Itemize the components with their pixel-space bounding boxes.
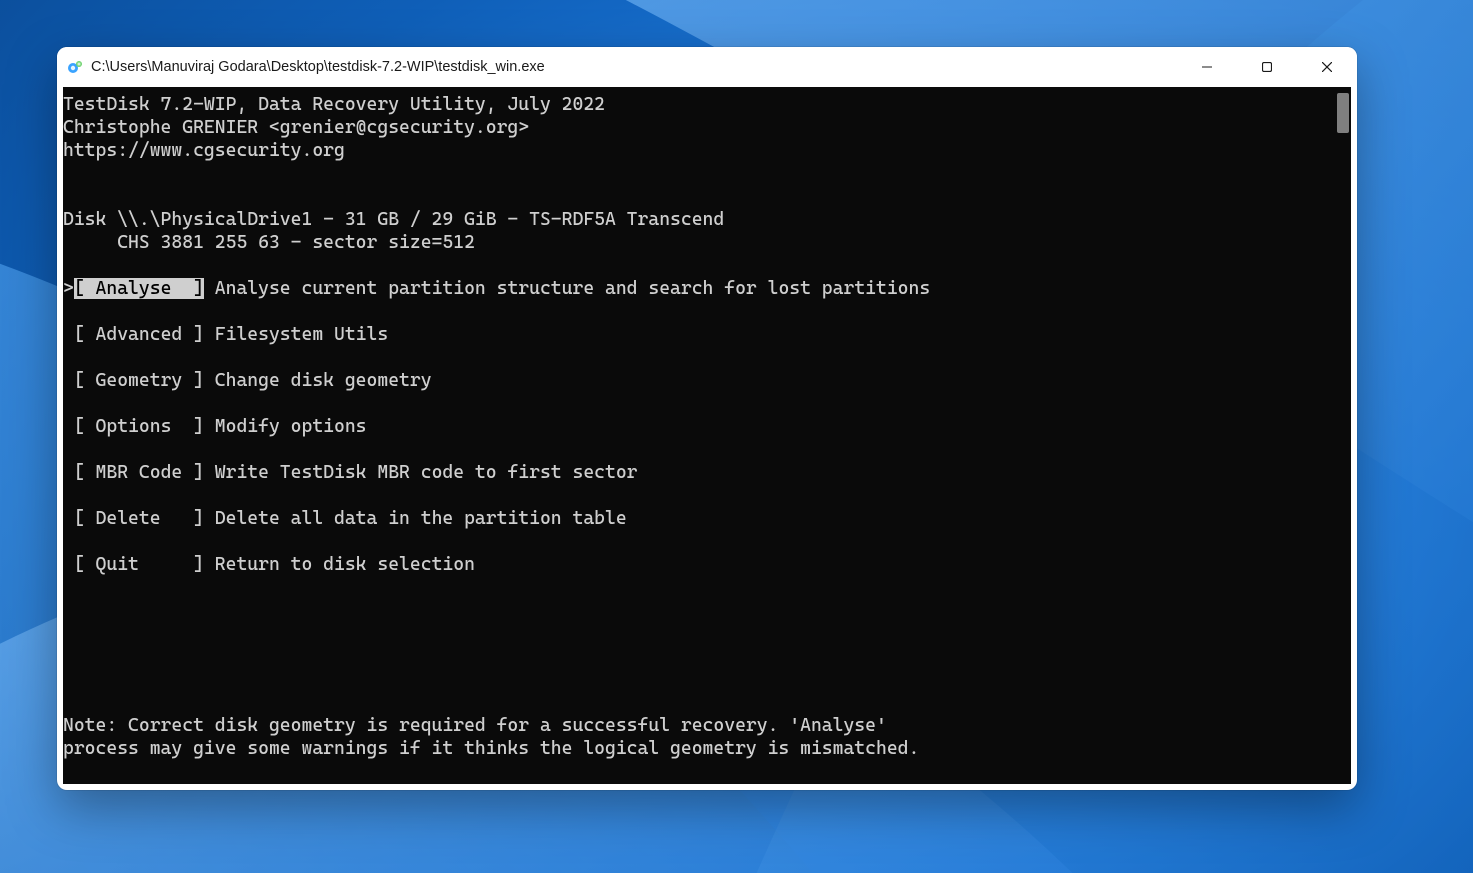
menu-item-delete[interactable]: [ Delete ] Delete all data in the partit…: [63, 507, 1335, 530]
scrollbar-thumb[interactable]: [1337, 93, 1349, 133]
minimize-button[interactable]: [1177, 47, 1237, 87]
selection-marker: >: [63, 278, 74, 299]
terminal-output[interactable]: TestDisk 7.2-WIP, Data Recovery Utility,…: [63, 87, 1335, 784]
header-url: https://www.cgsecurity.org: [63, 140, 345, 161]
menu-item-geometry[interactable]: [ Geometry ] Change disk geometry: [63, 369, 1335, 392]
maximize-button[interactable]: [1237, 47, 1297, 87]
menu-description: Filesystem Utils: [215, 324, 388, 345]
header-line: Christophe GRENIER <grenier@cgsecurity.o…: [63, 117, 529, 138]
menu-label: [ MBR Code ]: [74, 462, 204, 483]
menu-label: [ Quit ]: [74, 554, 204, 575]
selection-marker: [63, 324, 74, 345]
selection-marker: [63, 370, 74, 391]
note-line: Note: Correct disk geometry is required …: [63, 715, 887, 736]
selection-marker: [63, 462, 74, 483]
menu-label: [ Options ]: [74, 416, 204, 437]
disk-info: Disk \\.\PhysicalDrive1 - 31 GB / 29 GiB…: [63, 209, 724, 230]
menu-item-quit[interactable]: [ Quit ] Return to disk selection: [63, 553, 1335, 576]
selection-marker: [63, 554, 74, 575]
menu-description: Change disk geometry: [215, 370, 432, 391]
titlebar[interactable]: C:\Users\Manuviraj Godara\Desktop\testdi…: [57, 47, 1357, 87]
window-title: C:\Users\Manuviraj Godara\Desktop\testdi…: [91, 59, 1177, 75]
menu-description: Return to disk selection: [215, 554, 475, 575]
vertical-scrollbar[interactable]: [1335, 87, 1351, 784]
menu-description: Delete all data in the partition table: [215, 508, 627, 529]
menu-label: [ Delete ]: [74, 508, 204, 529]
app-icon: [67, 59, 83, 75]
selection-marker: [63, 508, 74, 529]
menu-item-analyse[interactable]: >[ Analyse ] Analyse current partition s…: [63, 277, 1335, 300]
header-line: TestDisk 7.2-WIP, Data Recovery Utility,…: [63, 94, 605, 115]
close-button[interactable]: [1297, 47, 1357, 87]
menu-description: Analyse current partition structure and …: [215, 278, 930, 299]
menu-item-mbrcode[interactable]: [ MBR Code ] Write TestDisk MBR code to …: [63, 461, 1335, 484]
menu-description: Modify options: [215, 416, 367, 437]
note-line: process may give some warnings if it thi…: [63, 738, 919, 759]
menu-item-options[interactable]: [ Options ] Modify options: [63, 415, 1335, 438]
menu-description: Write TestDisk MBR code to first sector: [215, 462, 638, 483]
menu-label: [ Geometry ]: [74, 370, 204, 391]
disk-geometry: CHS 3881 255 63 - sector size=512: [63, 232, 475, 253]
menu-label: [ Analyse ]: [74, 278, 204, 299]
app-window: C:\Users\Manuviraj Godara\Desktop\testdi…: [57, 47, 1357, 790]
selection-marker: [63, 416, 74, 437]
window-controls: [1177, 47, 1357, 87]
menu-label: [ Advanced ]: [74, 324, 204, 345]
terminal-area: TestDisk 7.2-WIP, Data Recovery Utility,…: [57, 87, 1357, 790]
menu-item-advanced[interactable]: [ Advanced ] Filesystem Utils: [63, 323, 1335, 346]
